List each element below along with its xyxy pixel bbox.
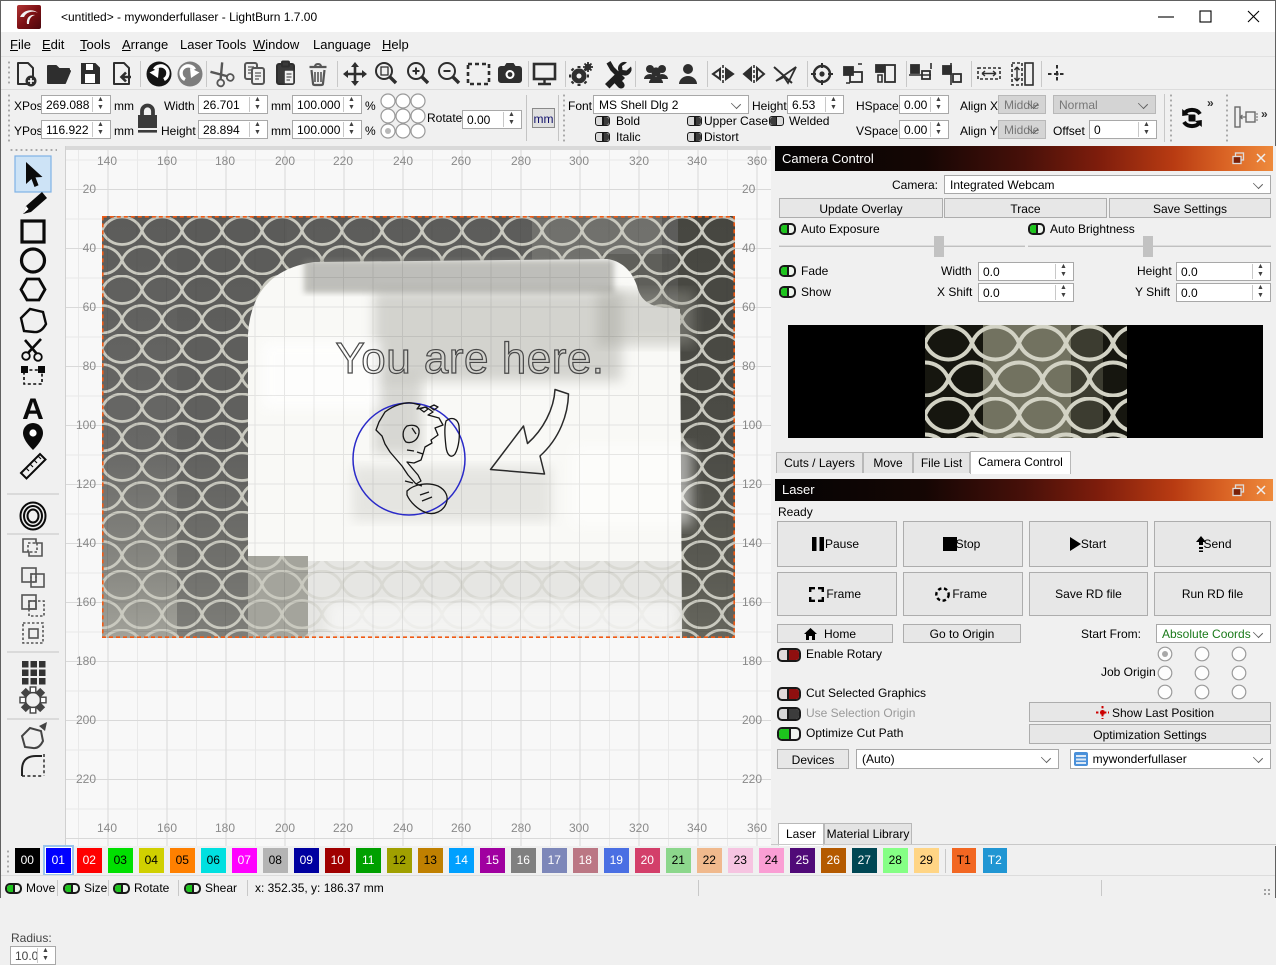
svg-text:A: A xyxy=(22,393,44,426)
svg-text:You are here.: You are here. xyxy=(335,334,604,383)
